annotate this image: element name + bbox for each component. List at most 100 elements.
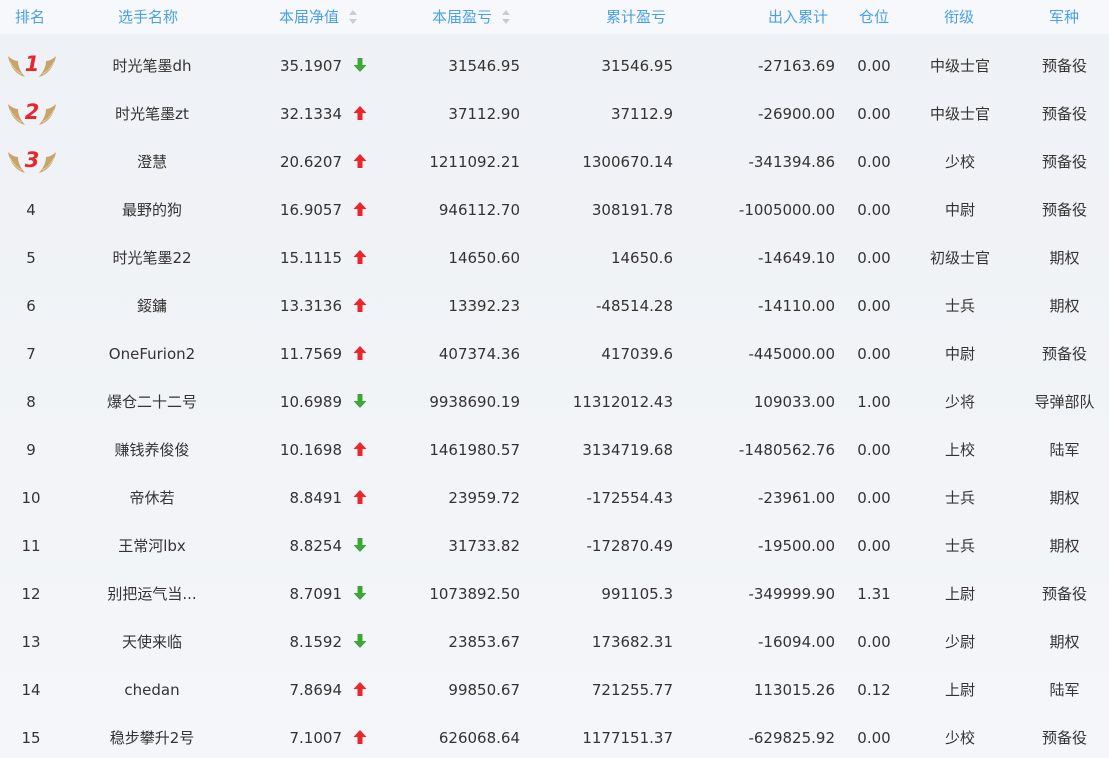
- nav-value: 10.6989: [279, 393, 342, 411]
- table-row[interactable]: 13 天使来临 8.1592 23853.67 173682.31 -16094.00 0.…: [0, 618, 1109, 666]
- arrow-up-icon: [352, 201, 368, 221]
- header-cum-pnl: 累计盈亏: [606, 8, 667, 26]
- player-name[interactable]: 錽鏞: [86, 297, 218, 315]
- cum-pnl-value: 37112.9: [610, 105, 673, 123]
- player-name[interactable]: 最野的狗: [86, 201, 218, 219]
- arrow-down-icon: [352, 585, 368, 605]
- position-value: 0.00: [857, 57, 891, 75]
- title-value: 上尉: [944, 585, 975, 603]
- flow-value: -19500.00: [758, 537, 835, 555]
- rank-number: 13: [21, 633, 41, 651]
- table-row[interactable]: 15 稳步攀升2号 7.1007 626068.64 1177151.37 -629825…: [0, 714, 1109, 758]
- nav-value: 8.7091: [289, 585, 343, 603]
- nav-value: 35.1907: [279, 57, 342, 75]
- table-row[interactable]: 7 OneFurion2 11.7569 407374.36 417039.6 -4450…: [0, 330, 1109, 378]
- pnl-value: 626068.64: [438, 729, 520, 747]
- player-name[interactable]: 帝休若: [86, 489, 218, 507]
- header-nav-label: 本届净值: [279, 8, 340, 26]
- army-value: 预备役: [1041, 57, 1087, 75]
- army-value: 预备役: [1041, 153, 1087, 171]
- player-name[interactable]: 天使来临: [86, 633, 218, 651]
- header-pnl-sortable[interactable]: 本届盈亏: [432, 8, 511, 26]
- flow-value: -629825.92: [748, 729, 835, 747]
- table-row[interactable]: 5 时光笔墨22 15.1115 14650.60 14650.6 -14649.10 0.…: [0, 234, 1109, 282]
- cum-pnl-value: 1177151.37: [582, 729, 673, 747]
- table-row[interactable]: 8 爆仓二十二号 10.6989 9938690.19 11312012.43 10903…: [0, 378, 1109, 426]
- medal-wings-icon: 1: [6, 52, 58, 80]
- player-name[interactable]: OneFurion2: [86, 345, 218, 363]
- pnl-value: 1211092.21: [429, 153, 520, 171]
- player-name[interactable]: 稳步攀升2号: [86, 729, 218, 747]
- table-header: 排名 选手名称 本届净值 本届盈亏 累计盈亏 出入累计 仓位 衔级 军种: [0, 0, 1109, 34]
- army-value: 预备役: [1041, 105, 1087, 123]
- position-value: 0.00: [857, 345, 891, 363]
- table-row[interactable]: 10 帝休若 8.8491 23959.72 -172554.43 -23961.00 0.…: [0, 474, 1109, 522]
- position-value: 0.00: [857, 729, 891, 747]
- player-name[interactable]: 王常河lbx: [86, 537, 218, 555]
- table-row[interactable]: 11 王常河lbx 8.8254 31733.82 -172870.49 -19500.0…: [0, 522, 1109, 570]
- player-name[interactable]: 时光笔墨22: [86, 249, 218, 267]
- cum-pnl-value: -172870.49: [586, 537, 673, 555]
- pnl-value: 1461980.57: [429, 441, 520, 459]
- table-row[interactable]: 3 澄慧 20.6207 1211092.21 1300670.14 -341394.86…: [0, 138, 1109, 186]
- rank-number: 2: [24, 100, 40, 124]
- player-name[interactable]: 时光笔墨zt: [86, 105, 218, 123]
- rank-number: 6: [26, 297, 36, 315]
- title-value: 少校: [944, 153, 975, 171]
- flow-value: -14110.00: [758, 297, 835, 315]
- player-name[interactable]: 时光笔墨dh: [86, 57, 218, 75]
- table-row[interactable]: 14 chedan 7.8694 99850.67 721255.77 113015.26…: [0, 666, 1109, 714]
- position-value: 0.00: [857, 633, 891, 651]
- army-value: 期权: [1049, 297, 1080, 315]
- table-row[interactable]: 9 赚钱养俊俊 10.1698 1461980.57 3134719.68 -148056…: [0, 426, 1109, 474]
- player-name[interactable]: 赚钱养俊俊: [86, 441, 218, 459]
- cum-pnl-value: 991105.3: [601, 585, 673, 603]
- army-value: 预备役: [1041, 201, 1087, 219]
- pnl-value: 946112.70: [438, 201, 520, 219]
- rank-number: 4: [26, 201, 36, 219]
- cum-pnl-value: -172554.43: [586, 489, 673, 507]
- header-nav-sortable[interactable]: 本届净值: [279, 8, 358, 26]
- nav-value: 8.8254: [289, 537, 343, 555]
- table-row[interactable]: 6 錽鏞 13.3136 13392.23 -48514.28 -14110.00 0.00…: [0, 282, 1109, 330]
- position-value: 0.00: [857, 153, 891, 171]
- flow-value: -1005000.00: [738, 201, 835, 219]
- title-value: 初级士官: [929, 249, 990, 267]
- position-value: 0.12: [857, 681, 891, 699]
- arrow-up-icon: [352, 729, 368, 749]
- cum-pnl-value: 308191.78: [591, 201, 673, 219]
- arrow-down-icon: [352, 393, 368, 413]
- header-rank: 排名: [15, 8, 46, 26]
- table-row[interactable]: 12 别把运气当... 8.7091 1073892.50 991105.3 -34999…: [0, 570, 1109, 618]
- flow-value: -1480562.76: [738, 441, 835, 459]
- arrow-up-icon: [352, 681, 368, 701]
- cum-pnl-value: 417039.6: [601, 345, 673, 363]
- player-name[interactable]: 爆仓二十二号: [86, 393, 218, 411]
- army-value: 期权: [1049, 537, 1080, 555]
- flow-value: 113015.26: [753, 681, 835, 699]
- pnl-value: 31733.82: [448, 537, 520, 555]
- rank-number: 11: [21, 537, 41, 555]
- nav-value: 10.1698: [279, 441, 342, 459]
- title-value: 少校: [944, 729, 975, 747]
- flow-value: 109033.00: [753, 393, 835, 411]
- flow-value: -341394.86: [748, 153, 835, 171]
- player-name[interactable]: chedan: [86, 681, 218, 699]
- position-value: 0.00: [857, 537, 891, 555]
- nav-value: 11.7569: [279, 345, 342, 363]
- nav-value: 20.6207: [279, 153, 342, 171]
- title-value: 上校: [944, 441, 975, 459]
- table-row[interactable]: 4 最野的狗 16.9057 946112.70 308191.78 -1005000.0…: [0, 186, 1109, 234]
- nav-value: 13.3136: [279, 297, 342, 315]
- title-value: 上尉: [944, 681, 975, 699]
- table-row[interactable]: 1 时光笔墨dh 35.1907 31546.95 31546.95 -27163.69 0…: [0, 42, 1109, 90]
- title-value: 士兵: [944, 537, 975, 555]
- sort-icon[interactable]: [502, 10, 511, 24]
- player-name[interactable]: 澄慧: [86, 153, 218, 171]
- table-row[interactable]: 2 时光笔墨zt 32.1334 37112.90 37112.9 -26900.00 0.…: [0, 90, 1109, 138]
- army-value: 预备役: [1041, 729, 1087, 747]
- title-value: 少将: [944, 393, 975, 411]
- medal-wings-icon: 3: [6, 148, 58, 176]
- player-name[interactable]: 别把运气当...: [86, 585, 218, 603]
- sort-icon[interactable]: [349, 10, 358, 24]
